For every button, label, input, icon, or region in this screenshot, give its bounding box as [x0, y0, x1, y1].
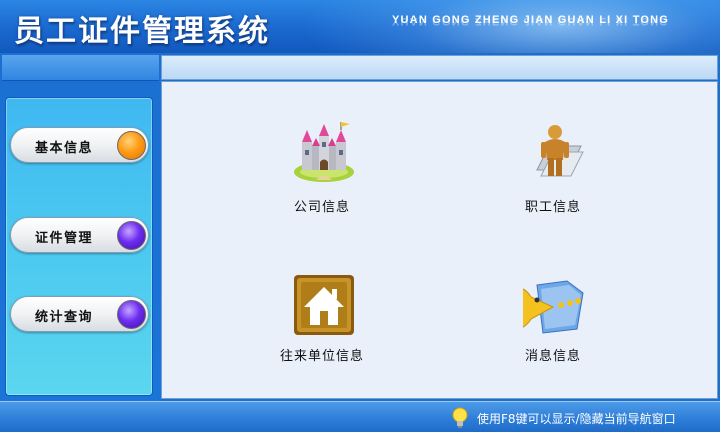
orange-orb-icon	[117, 131, 146, 160]
purple-orb-icon	[117, 300, 146, 329]
nav-button-basic-info[interactable]: 基本信息	[10, 127, 149, 163]
lightbulb-icon	[452, 407, 468, 428]
nav-button-label: 证件管理	[35, 231, 94, 246]
tile-label: 消息信息	[524, 349, 581, 364]
tile-company-info[interactable]: 公司信息	[252, 120, 392, 240]
tile-label: 职工信息	[524, 200, 581, 215]
app-title: 员工证件管理系统	[14, 14, 270, 49]
content-area: 公司信息 职工信息 往来单位信息 消息信息	[161, 81, 718, 399]
content-header-bar	[161, 55, 718, 80]
tile-employee-info[interactable]: 职工信息	[483, 120, 623, 240]
status-bar: 使用F8键可以显示/隐藏当前导航窗口	[0, 401, 720, 432]
sidebar: 基本信息 证件管理 统计查询	[0, 53, 161, 401]
nav-button-label: 基本信息	[35, 141, 94, 156]
nav-button-statistics-query[interactable]: 统计查询	[10, 296, 149, 332]
app-subtitle-reflection: YUAN GONG ZHENG JIAN GUAN LI XI TONG	[392, 18, 670, 27]
person-icon	[536, 125, 584, 177]
tile-label: 公司信息	[293, 200, 350, 215]
tile-label: 往来单位信息	[279, 349, 364, 364]
tile-message-info[interactable]: 消息信息	[483, 275, 623, 395]
nav-button-certificate-management[interactable]: 证件管理	[10, 217, 149, 253]
tile-partner-units[interactable]: 往来单位信息	[252, 275, 392, 395]
purple-orb-icon	[117, 221, 146, 250]
title-bar: 员工证件管理系统 YUAN GONG ZHENG JIAN GUAN LI XI…	[0, 0, 720, 53]
castle-icon	[294, 122, 354, 182]
pacman-folder-icon	[523, 280, 584, 334]
status-hint-text: 使用F8键可以显示/隐藏当前导航窗口	[477, 412, 676, 426]
sidebar-header-strip	[2, 55, 159, 81]
house-icon	[294, 275, 354, 335]
nav-button-label: 统计查询	[35, 310, 94, 325]
